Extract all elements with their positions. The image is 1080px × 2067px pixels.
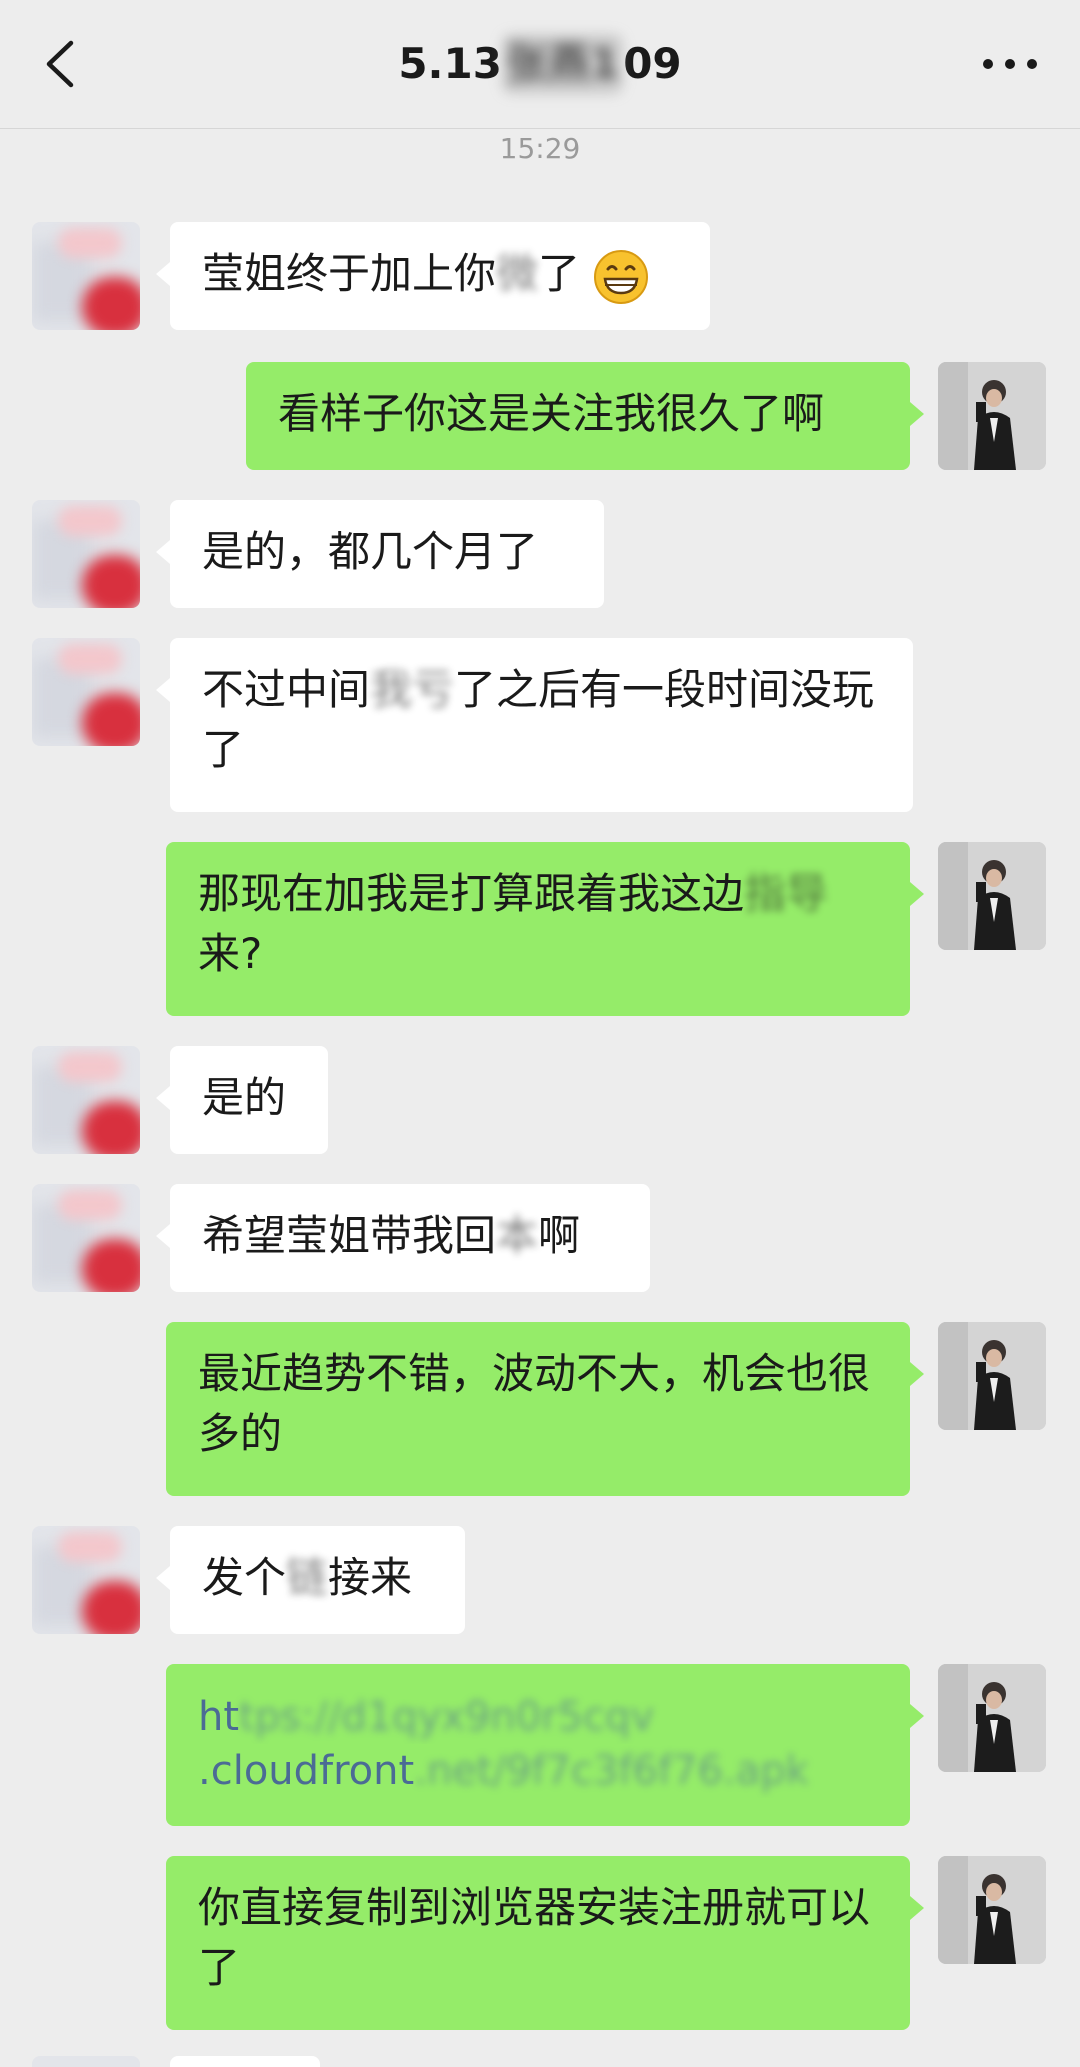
link-text: .cloudfront <box>198 1748 415 1794</box>
person-photo-icon <box>938 1322 1046 1430</box>
contact-avatar[interactable] <box>32 1046 140 1154</box>
link-redacted-text: tps://d1qyx9n0r5cqv <box>239 1694 655 1740</box>
self-avatar[interactable] <box>938 362 1046 470</box>
message-bubble-incoming[interactable]: 是的 <box>156 1046 328 1154</box>
person-photo-icon <box>938 1856 1046 1964</box>
message-bubble-incoming[interactable]: 希望莹姐带我回本啊 <box>156 1184 650 1292</box>
message-bubble-outgoing[interactable]: 你直接复制到浏览器安装注册就可以了 <box>166 1856 924 2030</box>
message-bubble-outgoing[interactable]: 看样子你这是关注我很久了啊 <box>246 362 924 470</box>
contact-avatar[interactable] <box>32 2056 140 2067</box>
message-bubble-incoming[interactable]: 是的，都几个月了 <box>156 500 604 608</box>
message-redacted-text: 指导 <box>744 869 829 918</box>
self-avatar[interactable] <box>938 1322 1046 1430</box>
message-text: 最近趋势不错，波动不大，机会也很多的 <box>198 1349 871 1458</box>
message-text: 看样子你这是关注我很久了啊 <box>278 389 825 438</box>
message-bubble-incoming[interactable]: 莹姐终于加上你微了 <box>156 222 710 330</box>
link-text: ht <box>198 1694 240 1740</box>
self-avatar[interactable] <box>938 842 1046 950</box>
message-bubble-incoming[interactable]: 发个链接来 <box>156 1526 465 1634</box>
chat-title-suffix: 09 <box>623 39 682 88</box>
message-bubble-incoming[interactable]: 不过中间我亏了之后有一段时间没玩了 <box>156 638 913 812</box>
message-text: 是的 <box>202 1073 287 1122</box>
message-text: 希望莹姐带我回 <box>202 1211 497 1260</box>
message-bubble-incoming[interactable] <box>170 2056 320 2067</box>
contact-avatar[interactable] <box>32 1526 140 1634</box>
message-text: 发个 <box>202 1553 287 1602</box>
person-photo-icon <box>938 1664 1046 1772</box>
message-text: 你直接复制到浏览器安装注册就可以了 <box>198 1883 871 1992</box>
person-photo-icon <box>938 362 1046 470</box>
chat-title-redacted: 张燕1 <box>501 34 624 94</box>
chat-header: 5.13张燕109 <box>0 0 1080 129</box>
contact-avatar[interactable] <box>32 500 140 608</box>
message-redacted-text: 链 <box>286 1553 329 1602</box>
more-button[interactable] <box>970 34 1050 94</box>
person-photo-icon <box>938 842 1046 950</box>
message-redacted-text: 本 <box>496 1211 539 1260</box>
chat-title-prefix: 5.13 <box>398 39 502 88</box>
chat-title: 5.13张燕109 <box>0 34 1080 94</box>
message-bubble-outgoing[interactable]: 最近趋势不错，波动不大，机会也很多的 <box>166 1322 924 1496</box>
message-bubble-outgoing[interactable]: 那现在加我是打算跟着我这边指导来? <box>166 842 924 1016</box>
message-text: 来? <box>198 929 263 978</box>
message-text: 啊 <box>538 1211 581 1260</box>
message-bubble-link[interactable]: https://d1qyx9n0r5cqv .cloudfront.net/9f… <box>166 1664 924 1826</box>
contact-avatar[interactable] <box>32 222 140 330</box>
message-redacted-text: 我亏 <box>370 665 455 714</box>
contact-avatar[interactable] <box>32 638 140 746</box>
message-timestamp: 15:29 <box>499 132 581 165</box>
message-text: 那现在加我是打算跟着我这边 <box>198 869 745 918</box>
message-text: 了 <box>538 249 581 298</box>
message-text: 不过中间 <box>202 665 371 714</box>
grinning-face-icon <box>594 249 649 304</box>
message-text: 莹姐终于加上你 <box>202 249 497 298</box>
contact-avatar[interactable] <box>32 1184 140 1292</box>
message-text: 接来 <box>328 1553 413 1602</box>
message-redacted-text: 微 <box>496 249 539 298</box>
link-redacted-text: .net/9f7c3f6f76.apk <box>414 1748 809 1794</box>
self-avatar[interactable] <box>938 1664 1046 1772</box>
message-text: 是的，都几个月了 <box>202 527 539 576</box>
more-dots-icon <box>983 59 1037 69</box>
self-avatar[interactable] <box>938 1856 1046 1964</box>
message-row-partial <box>0 2056 1080 2067</box>
